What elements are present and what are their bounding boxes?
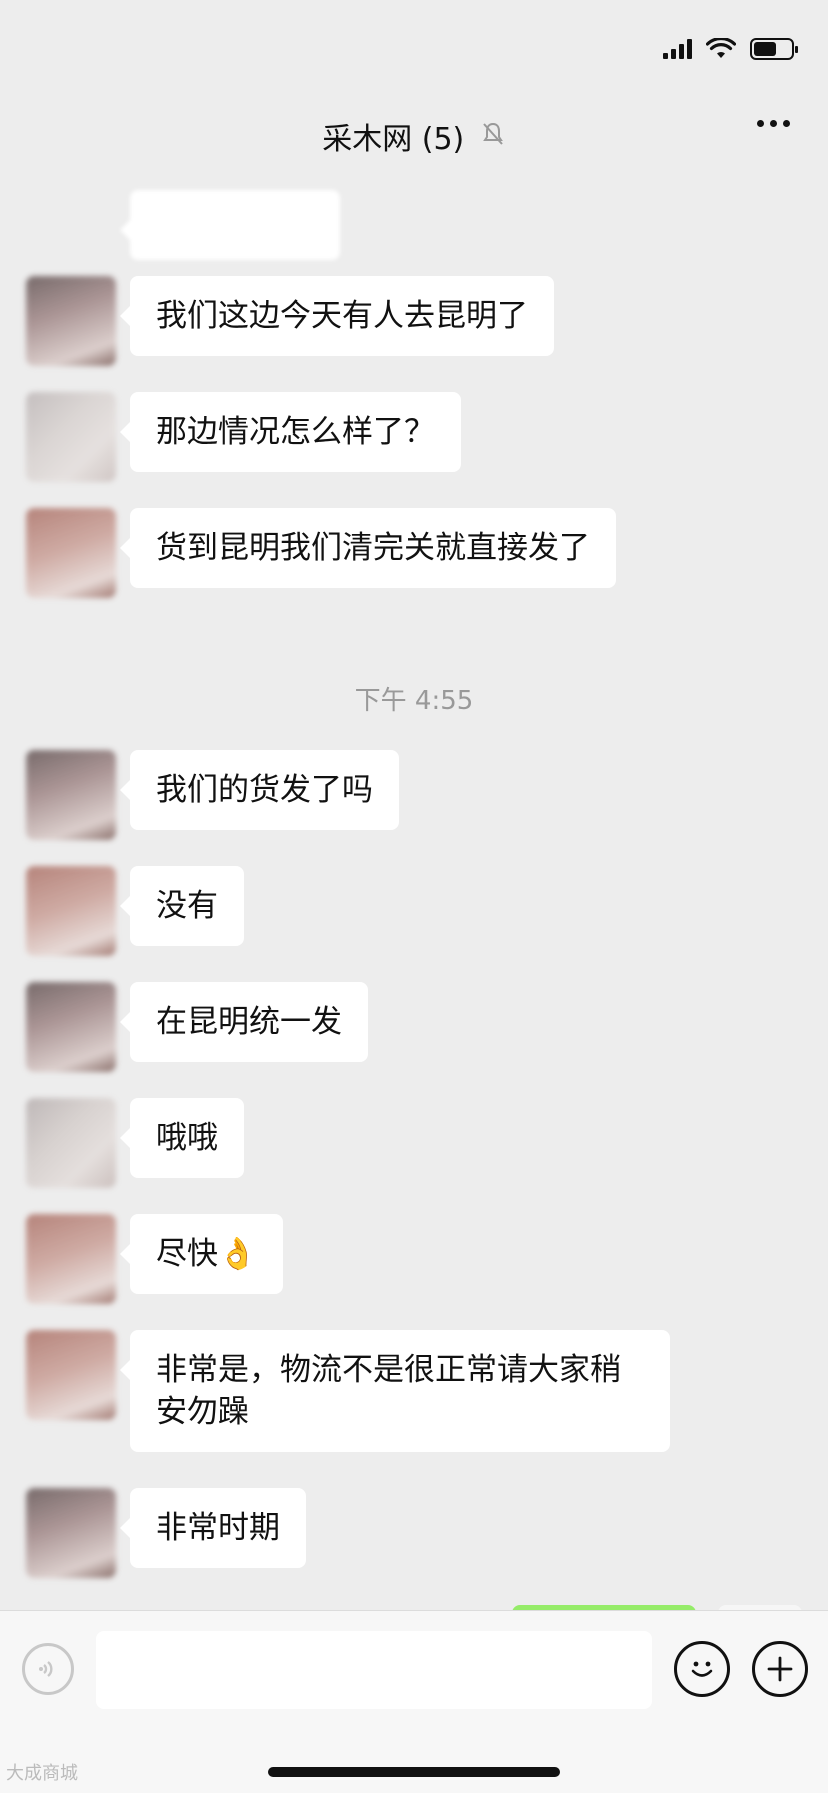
emoji-icon bbox=[691, 1661, 713, 1677]
plus-button[interactable] bbox=[752, 1641, 808, 1697]
blurred-message bbox=[120, 190, 340, 260]
avatar[interactable] bbox=[26, 866, 116, 956]
message-bubble[interactable]: 那边情况怎么样了？ bbox=[120, 392, 461, 472]
nav-bar: 采木网 (5) bbox=[0, 96, 828, 170]
watermark: 大成商城 bbox=[6, 1763, 78, 1784]
message-bubble[interactable]: 我们的货发了吗 bbox=[120, 750, 399, 830]
avatar[interactable] bbox=[26, 750, 116, 840]
avatar[interactable] bbox=[26, 276, 116, 366]
avatar[interactable] bbox=[26, 1330, 116, 1420]
emoji-button[interactable] bbox=[674, 1641, 730, 1697]
chat-messages[interactable]: 我们这边今天有人去昆明了 那边情况怎么样了？ 货到昆明我们清完关就直接发了 下午… bbox=[0, 170, 828, 1625]
message-bubble[interactable]: 非常是，物流不是很正常请大家稍安勿躁 bbox=[120, 1330, 670, 1452]
more-options-button[interactable] bbox=[757, 120, 790, 127]
message-bubble[interactable]: 非常时期 bbox=[120, 1488, 306, 1568]
message-input[interactable] bbox=[96, 1631, 652, 1709]
message-timestamp: 下午 4:55 bbox=[354, 686, 474, 716]
message-bubble[interactable]: 没有 bbox=[120, 866, 244, 946]
avatar[interactable] bbox=[26, 1214, 116, 1304]
input-bar: 大成商城 bbox=[0, 1610, 828, 1793]
avatar[interactable] bbox=[26, 1098, 116, 1188]
voice-button[interactable] bbox=[22, 1643, 74, 1695]
message-bubble[interactable]: 我们这边今天有人去昆明了 bbox=[120, 276, 554, 356]
avatar[interactable] bbox=[26, 982, 116, 1072]
message-bubble[interactable]: 在昆明统一发 bbox=[120, 982, 368, 1062]
home-indicator[interactable] bbox=[268, 1767, 560, 1777]
plus-icon bbox=[767, 1656, 793, 1682]
cellular-signal-icon bbox=[663, 39, 692, 59]
bell-slash-icon bbox=[480, 122, 506, 153]
voice-icon bbox=[39, 1661, 53, 1677]
group-name: 采木网 bbox=[322, 122, 413, 157]
message-bubble[interactable]: 哦哦 bbox=[120, 1098, 244, 1178]
avatar[interactable] bbox=[26, 1488, 116, 1578]
message-bubble[interactable]: 货到昆明我们清完关就直接发了 bbox=[120, 508, 616, 588]
status-bar bbox=[0, 0, 828, 90]
message-bubble[interactable]: 尽快👌 bbox=[120, 1214, 283, 1294]
member-count: (5) bbox=[421, 122, 465, 157]
status-icons bbox=[663, 38, 798, 60]
avatar[interactable] bbox=[26, 508, 116, 598]
avatar[interactable] bbox=[26, 392, 116, 482]
battery-icon bbox=[750, 38, 798, 60]
chat-title: 采木网 (5) bbox=[0, 114, 828, 158]
wifi-icon bbox=[706, 38, 736, 58]
more-dots-icon bbox=[757, 120, 764, 127]
